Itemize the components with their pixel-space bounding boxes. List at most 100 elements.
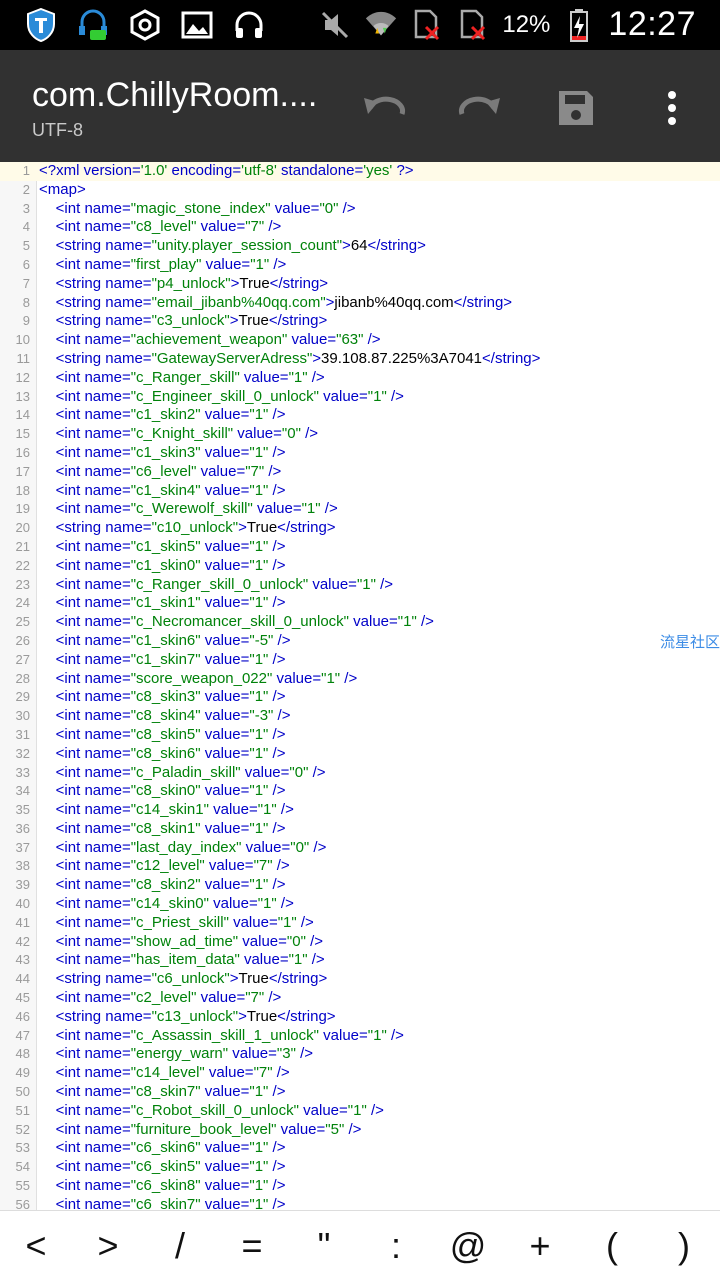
line-code: <string name="email_jibanb%40qq.com">jib… (39, 293, 513, 311)
code-line: 13 <int name="c_Engineer_skill_0_unlock"… (0, 388, 720, 407)
code-line: 31 <int name="c8_skin5" value="1" /> (0, 726, 720, 745)
code-line: 51 <int name="c_Robot_skill_0_unlock" va… (0, 1102, 720, 1121)
overflow-menu-icon (668, 91, 676, 125)
line-number: 36 (15, 820, 30, 836)
line-number: 27 (15, 651, 30, 667)
line-code: <int name="c14_skin1" value="1" /> (39, 801, 294, 819)
line-number: 54 (15, 1159, 30, 1175)
code-line: 21 <int name="c1_skin5" value="1" /> (0, 538, 720, 557)
code-line: 11 <string name="GatewayServerAdress">39… (0, 350, 720, 369)
sim1-icon (410, 8, 444, 42)
line-code: <int name="score_weapon_022" value="1" /… (39, 669, 358, 687)
line-number: 8 (22, 294, 30, 310)
code-lines: 1 <?xml version='1.0' encoding='utf-8' st… (0, 162, 720, 1210)
line-number: 16 (15, 444, 30, 460)
line-code: <int name="energy_warn" value="3" /> (39, 1045, 314, 1063)
code-line: 16 <int name="c1_skin3" value="1" /> (0, 444, 720, 463)
line-number: 19 (15, 501, 30, 517)
line-number: 48 (15, 1046, 30, 1062)
headphones-icon (232, 8, 266, 42)
code-line: 45 <int name="c2_level" value="7" /> (0, 989, 720, 1008)
line-number: 7 (22, 275, 30, 291)
save-button[interactable] (548, 80, 604, 136)
code-line: 33 <int name="c_Paladin_skill" value="0"… (0, 764, 720, 783)
line-code: <int name="c_Ranger_skill_0_unlock" valu… (39, 575, 394, 593)
symbol-key[interactable]: + (510, 1225, 570, 1267)
line-number: 51 (15, 1102, 30, 1118)
code-line: 38 <int name="c12_level" value="7" /> (0, 857, 720, 876)
line-code: <int name="c8_skin3" value="1" /> (39, 688, 286, 706)
line-number: 14 (15, 407, 30, 423)
code-line: 53 <int name="c6_skin6" value="1" /> (0, 1139, 720, 1158)
line-code: <int name="c6_level" value="7" /> (39, 462, 282, 480)
symbol-key[interactable]: : (366, 1225, 426, 1267)
code-line: 22 <int name="c1_skin0" value="1" /> (0, 557, 720, 576)
line-code: <int name="c1_skin0" value="1" /> (39, 556, 286, 574)
code-editor[interactable]: 1 <?xml version='1.0' encoding='utf-8' st… (0, 162, 720, 1210)
line-code: <int name="c1_skin6" value="-5" /> (39, 631, 291, 649)
battery-percent: 12% (502, 10, 551, 38)
app-toolbar: com.ChillyRoom.... UTF-8 (0, 50, 720, 162)
file-encoding: UTF-8 (32, 120, 83, 140)
file-title: com.ChillyRoom.... (32, 76, 318, 114)
line-code: <int name="c_Engineer_skill_0_unlock" va… (39, 387, 404, 405)
line-code: <string name="GatewayServerAdress">39.10… (39, 349, 541, 367)
code-line: 32 <int name="c8_skin6" value="1" /> (0, 745, 720, 764)
code-line: 2 <map> (0, 181, 720, 200)
symbol-key[interactable]: / (150, 1225, 210, 1267)
line-code: <int name="c6_skin8" value="1" /> (39, 1177, 286, 1195)
line-number: 12 (15, 369, 30, 385)
code-line: 44 <string name="c6_unlock">True</string… (0, 970, 720, 989)
status-bar: 12% 12:27 (0, 0, 720, 50)
line-number: 18 (15, 482, 30, 498)
line-code: <int name="c1_skin2" value="1" /> (39, 406, 286, 424)
code-line: 37 <int name="last_day_index" value="0" … (0, 839, 720, 858)
line-number: 6 (22, 256, 30, 272)
line-number: 9 (22, 313, 30, 329)
line-number: 42 (15, 933, 30, 949)
line-code: <int name="c14_skin0" value="1" /> (39, 895, 294, 913)
code-line: 8 <string name="email_jibanb%40qq.com">j… (0, 294, 720, 313)
line-code: <int name="c2_level" value="7" /> (39, 989, 282, 1007)
line-number: 41 (15, 914, 30, 930)
line-number: 46 (15, 1008, 30, 1024)
line-number: 15 (15, 426, 30, 442)
symbol-key[interactable]: ) (654, 1225, 714, 1267)
line-number: 28 (15, 670, 30, 686)
line-number: 29 (15, 689, 30, 705)
code-line: 29 <int name="c8_skin3" value="1" /> (0, 688, 720, 707)
symbol-key[interactable]: < (6, 1225, 66, 1267)
symbol-key[interactable]: = (222, 1225, 282, 1267)
line-code: <string name="c3_unlock">True</string> (39, 312, 328, 330)
symbol-key-bar: < > / = ": @ + () (0, 1210, 720, 1281)
code-line: 19 <int name="c_Werewolf_skill" value="1… (0, 500, 720, 519)
code-line: 28 <int name="score_weapon_022" value="1… (0, 670, 720, 689)
code-line: 35 <int name="c14_skin1" value="1" /> (0, 801, 720, 820)
line-number: 32 (15, 745, 30, 761)
code-line: 9 <string name="c3_unlock">True</string> (0, 312, 720, 331)
line-number: 49 (15, 1065, 30, 1081)
code-line: 18 <int name="c1_skin4" value="1" /> (0, 482, 720, 501)
symbol-key[interactable]: ( (582, 1225, 642, 1267)
sim2-icon (456, 8, 490, 42)
code-line: 48 <int name="energy_warn" value="3" /> (0, 1045, 720, 1064)
redo-button[interactable] (452, 80, 508, 136)
line-code: <?xml version='1.0' encoding='utf-8' sta… (39, 162, 414, 179)
line-number: 21 (15, 538, 30, 554)
code-line: 7 <string name="p4_unlock">True</string> (0, 275, 720, 294)
code-line: 50 <int name="c8_skin7" value="1" /> (0, 1083, 720, 1102)
line-code: <int name="c_Paladin_skill" value="0" /> (39, 763, 326, 781)
symbol-key[interactable]: > (78, 1225, 138, 1267)
line-code: <int name="c1_skin3" value="1" /> (39, 443, 286, 461)
undo-button[interactable] (356, 80, 412, 136)
code-line: 5 <string name="unity.player_session_cou… (0, 237, 720, 256)
symbol-key[interactable]: @ (438, 1225, 498, 1267)
mute-icon (318, 8, 352, 42)
overflow-menu-button[interactable] (644, 80, 700, 136)
code-line: 42 <int name="show_ad_time" value="0" /> (0, 933, 720, 952)
image-icon (180, 8, 214, 42)
line-number: 30 (15, 708, 30, 724)
save-icon (559, 91, 593, 125)
code-line: 20 <string name="c10_unlock">True</strin… (0, 519, 720, 538)
symbol-key[interactable]: " (294, 1225, 354, 1267)
